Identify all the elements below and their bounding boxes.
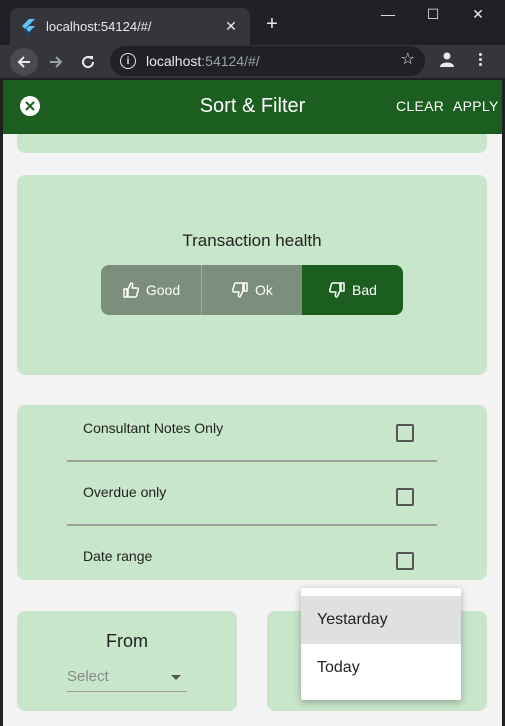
browser-tab[interactable]: localhost:54124/#/ ✕ [10, 8, 250, 45]
arrow-left-icon [17, 56, 30, 68]
health-option-label: Good [145, 282, 181, 298]
back-button[interactable] [10, 48, 38, 76]
divider [67, 460, 437, 462]
reload-icon [82, 56, 95, 69]
new-tab-button[interactable]: + [262, 14, 282, 34]
browser-tabstrip: localhost:54124/#/ ✕ + — ☐ ✕ [0, 0, 505, 45]
from-select[interactable]: Select [67, 666, 187, 692]
transaction-health-label: Transaction health [182, 231, 322, 250]
thumbs-down-icon [232, 282, 248, 298]
tab-title: localhost:54124/#/ [46, 19, 152, 34]
window-close-icon[interactable]: ✕ [468, 6, 488, 24]
health-option-bad[interactable]: Bad [302, 265, 403, 315]
from-card: From Select [17, 611, 237, 711]
arrow-right-icon [50, 56, 63, 68]
divider [67, 524, 437, 526]
health-option-good[interactable]: Good [101, 265, 202, 315]
filter-row-overdue[interactable]: Overdue only [17, 473, 487, 513]
transaction-health-card: Transaction health Good Ok Bad [17, 175, 487, 375]
overdue-checkbox[interactable] [396, 488, 414, 506]
filter-label: Date range [83, 548, 153, 564]
info-icon[interactable]: i [120, 53, 136, 69]
apply-button[interactable]: APPLY [453, 98, 499, 114]
tab-close-icon[interactable]: ✕ [222, 18, 240, 36]
browser-toolbar: i localhost :54124/#/ ☆ [0, 45, 505, 78]
minimize-icon[interactable]: — [378, 6, 398, 24]
caret-down-icon [171, 675, 181, 680]
health-option-label: Ok [255, 282, 273, 298]
profile-icon[interactable] [436, 48, 458, 70]
url-path: :54124/#/ [201, 53, 260, 69]
filter-row-consultant-notes[interactable]: Consultant Notes Only [17, 409, 487, 449]
filter-label: Overdue only [83, 484, 167, 500]
from-select-placeholder: Select [67, 668, 109, 685]
app-bar: Sort & Filter CLEAR APPLY [3, 80, 502, 134]
date-range-checkbox[interactable] [396, 552, 414, 570]
dropdown-item-today[interactable]: Today [301, 644, 461, 692]
browser-menu-icon[interactable] [472, 48, 488, 70]
health-option-label: Bad [352, 282, 377, 298]
forward-button[interactable] [42, 48, 70, 76]
reload-button[interactable] [74, 48, 102, 76]
filter-row-date-range[interactable]: Date range [17, 537, 487, 577]
date-dropdown-menu: Yestarday Today [301, 588, 461, 700]
url-host: localhost [146, 53, 202, 69]
dropdown-item-yesterday[interactable]: Yestarday [301, 596, 461, 644]
filter-options-card: Consultant Notes Only Overdue only Date … [17, 405, 487, 580]
flutter-favicon-icon [20, 18, 36, 35]
address-bar[interactable]: i localhost :54124/#/ ☆ [110, 46, 425, 76]
app-viewport: Transaction health Good Ok Bad Consultan… [3, 80, 502, 726]
thumbs-up-icon [123, 282, 139, 298]
bookmark-star-icon[interactable]: ☆ [401, 52, 415, 68]
filter-label: Consultant Notes Only [83, 420, 224, 436]
from-label: From [106, 631, 148, 651]
clear-button[interactable]: CLEAR [396, 98, 444, 114]
health-option-ok[interactable]: Ok [202, 265, 302, 315]
health-segmented-control: Good Ok Bad [101, 265, 403, 315]
thumbs-down-icon [329, 282, 345, 298]
maximize-icon[interactable]: ☐ [423, 6, 443, 24]
consultant-notes-checkbox[interactable] [396, 424, 414, 442]
